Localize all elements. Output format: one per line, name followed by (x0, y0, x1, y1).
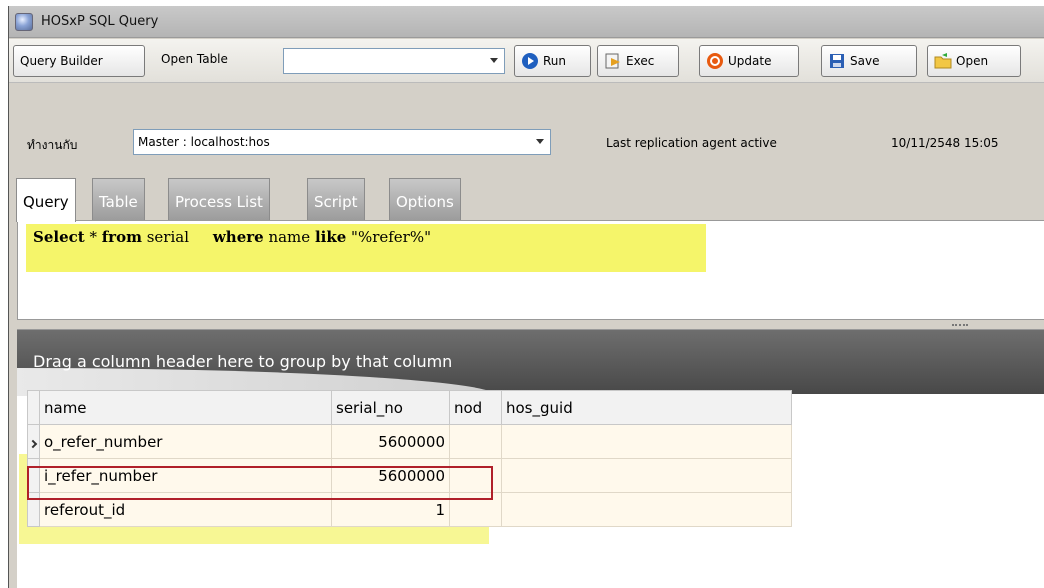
cell-hos-guid[interactable] (501, 492, 792, 527)
column-header-node[interactable]: nod (449, 390, 502, 425)
update-icon (707, 53, 723, 69)
sql-keyword: where (212, 228, 264, 246)
update-button[interactable]: Update (699, 45, 799, 77)
window-title: HOSxP SQL Query (41, 14, 159, 29)
group-by-bar[interactable]: Drag a column header here to group by th… (17, 330, 1044, 396)
tab-query[interactable]: Query (16, 178, 76, 222)
table-row[interactable]: o_refer_number 5600000 (27, 424, 792, 459)
row-pointer-icon (28, 439, 38, 448)
group-by-hint: Drag a column header here to group by th… (33, 352, 453, 371)
sql-token: "%refer%" (346, 228, 432, 246)
work-with-label: ทำงานกับ (27, 138, 78, 152)
server-combo[interactable]: Master : localhost:hos (133, 129, 551, 155)
save-label: Save (850, 54, 880, 68)
exec-icon (605, 53, 620, 69)
save-icon (830, 54, 844, 68)
run-label: Run (543, 54, 567, 68)
open-table-label: Open Table (161, 52, 228, 66)
app-window: HOSxP SQL Query Query Builder Open Table… (8, 6, 1044, 588)
sql-token: serial (141, 228, 213, 246)
run-button[interactable]: Run (514, 45, 591, 77)
toolbar: Query Builder Open Table Run Exec Update (9, 39, 1044, 83)
open-button[interactable]: Open (927, 45, 1021, 77)
result-grid: name serial_no nod hos_guid o_refer_numb… (27, 390, 792, 527)
cell-name[interactable]: o_refer_number (39, 424, 332, 459)
header-row: name serial_no nod hos_guid (27, 390, 792, 425)
chevron-down-icon (490, 58, 498, 63)
run-icon (522, 53, 538, 69)
selected-row-box (27, 466, 493, 500)
splitter-grip-icon[interactable] (952, 324, 968, 326)
tab-strip: Query Table Process List Script Options (9, 178, 1044, 222)
open-folder-icon (934, 53, 952, 69)
tab-table[interactable]: Table (92, 178, 145, 220)
query-builder-button[interactable]: Query Builder (13, 45, 145, 77)
app-icon (15, 13, 33, 31)
column-header-hos-guid[interactable]: hos_guid (501, 390, 792, 425)
chevron-down-icon (536, 139, 544, 144)
splitter[interactable] (17, 320, 1044, 330)
update-label: Update (728, 54, 772, 68)
sql-token: name (263, 228, 315, 246)
cell-hos-guid[interactable] (501, 458, 792, 493)
exec-label: Exec (626, 54, 655, 68)
query-builder-label: Query Builder (20, 54, 103, 68)
column-header-serial-no[interactable]: serial_no (331, 390, 450, 425)
cell-serial-no[interactable]: 5600000 (331, 424, 450, 459)
open-label: Open (956, 54, 989, 68)
server-value: Master : localhost:hos (138, 135, 270, 149)
sql-keyword: Select (33, 228, 85, 246)
sql-keyword: from (101, 228, 142, 246)
status-timestamp: 10/11/2548 15:05 (891, 136, 999, 150)
exec-button[interactable]: Exec (597, 45, 679, 77)
connection-row: ทำงานกับ Master : localhost:hos Last rep… (9, 84, 1044, 176)
sql-text[interactable]: Select * from serial where name like "%r… (33, 228, 431, 246)
tab-process-list[interactable]: Process List (168, 178, 270, 220)
row-indicator (27, 424, 40, 459)
cell-node[interactable] (449, 424, 502, 459)
save-button[interactable]: Save (821, 45, 917, 77)
cell-hos-guid[interactable] (501, 424, 792, 459)
open-table-combo[interactable] (283, 48, 505, 74)
tab-script[interactable]: Script (307, 178, 365, 220)
sql-token: * (84, 228, 102, 246)
tab-options[interactable]: Options (389, 178, 461, 220)
column-header-name[interactable]: name (39, 390, 332, 425)
replication-status: Last replication agent active (606, 136, 777, 150)
title-bar: HOSxP SQL Query (9, 6, 1044, 38)
sql-keyword: like (314, 228, 347, 246)
header-indicator (27, 390, 40, 425)
